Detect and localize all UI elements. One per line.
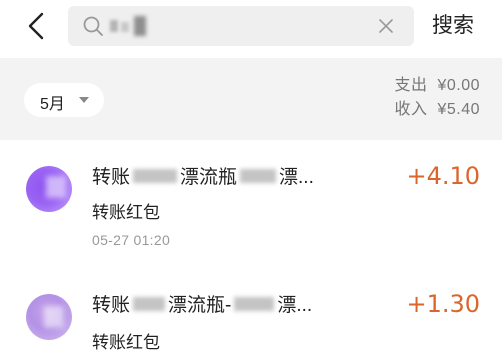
title-suffix: 漂... xyxy=(279,167,314,188)
chevron-left-icon xyxy=(28,12,44,40)
expense-value: ¥0.00 xyxy=(437,77,480,94)
transaction-title: 转账 漂流瓶- 漂... xyxy=(92,290,312,317)
clear-search-button[interactable] xyxy=(376,16,396,36)
search-input[interactable] xyxy=(110,14,370,38)
income-summary: 收入 ¥5.40 xyxy=(394,98,480,122)
search-box[interactable] xyxy=(68,6,414,46)
title-prefix: 转账 xyxy=(92,167,131,188)
transaction-amount: +4.10 xyxy=(406,162,480,190)
monthly-summary: 支出 ¥0.00 收入 ¥5.40 xyxy=(394,74,480,122)
transaction-item[interactable]: 转账 漂流瓶- 漂... 转账红包 +1.30 xyxy=(0,272,502,360)
search-button[interactable]: 搜索 xyxy=(432,12,474,40)
transaction-title: 转账 漂流瓶 漂... xyxy=(92,162,314,189)
back-button[interactable] xyxy=(20,8,52,44)
month-selector[interactable]: 5月 xyxy=(24,83,104,117)
transaction-amount: +1.30 xyxy=(406,290,480,318)
month-label: 5月 xyxy=(40,96,65,113)
avatar-redaction xyxy=(46,176,66,198)
title-suffix: 漂... xyxy=(277,295,313,316)
redacted-text xyxy=(133,168,178,183)
title-prefix: 转账 xyxy=(92,295,131,316)
income-label: 收入 xyxy=(394,101,428,118)
redacted-text xyxy=(234,296,275,311)
transaction-subtitle: 转账红包 xyxy=(92,203,160,222)
search-icon xyxy=(82,15,104,37)
redacted-text xyxy=(240,168,277,183)
expense-label: 支出 xyxy=(394,77,428,94)
top-bar: 搜索 xyxy=(0,0,502,58)
caret-down-icon xyxy=(79,97,89,103)
income-value: ¥5.40 xyxy=(437,101,480,118)
filter-bar: 5月 支出 ¥0.00 收入 ¥5.40 xyxy=(0,58,502,140)
expense-summary: 支出 ¥0.00 xyxy=(394,74,480,98)
redacted-text xyxy=(133,296,166,311)
transaction-item[interactable]: 转账 漂流瓶 漂... 转账红包 05-27 01:20 +4.10 xyxy=(0,140,502,272)
avatar-redaction xyxy=(44,306,64,328)
transaction-time: 05-27 01:20 xyxy=(92,232,171,248)
transaction-subtitle: 转账红包 xyxy=(92,333,160,352)
title-middle: 漂流瓶- xyxy=(168,295,232,316)
title-middle: 漂流瓶 xyxy=(180,167,238,188)
close-icon xyxy=(379,19,393,33)
